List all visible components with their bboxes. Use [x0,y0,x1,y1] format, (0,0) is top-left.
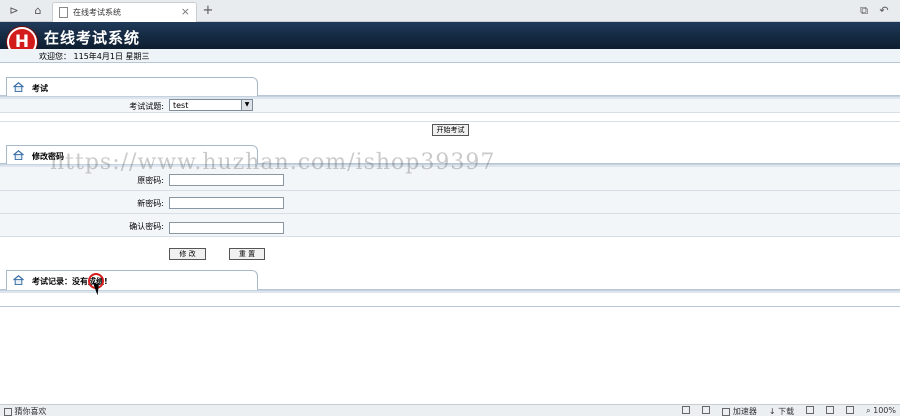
zoom-control[interactable]: ⌕ 100% [866,406,896,417]
window-icon[interactable] [826,406,835,414]
subject-value: test [173,101,189,110]
house-icon [13,82,24,92]
watermark: https://www.huzhan.com/ishop39397 [50,150,496,175]
refresh-icon[interactable] [702,406,711,414]
section-divider [0,306,900,307]
accelerator-label: 加速器 [732,407,757,416]
sidebar-toggle-icon[interactable]: ⊳ [6,3,22,19]
status-recommend-label: 猜你喜欢 [14,407,47,416]
phone-icon[interactable] [682,406,691,414]
status-recommend[interactable]: 猜你喜欢 [4,406,47,417]
section-underline [0,290,900,293]
tab-close-icon[interactable]: × [181,5,190,18]
screenshot-icon[interactable] [806,406,815,414]
section-header-exam: 考试 [6,77,258,97]
accelerator-button[interactable]: 加速器 [722,406,757,417]
download-button[interactable]: ↓ 下载 [769,406,794,417]
status-tools: 加速器 ↓ 下载 ⌕ 100% [682,406,896,417]
welcome-bar: 欢迎您： 115年4月1日 星期三 [0,49,900,63]
old-password-label: 原密码: [137,176,164,185]
house-icon [13,275,24,285]
chevron-down-icon: ▼ [241,100,252,110]
spacer-row [0,113,900,122]
home-icon[interactable]: ⌂ [30,3,46,19]
recommend-icon [4,407,12,416]
welcome-text: 欢迎您： 115年4月1日 星期三 [39,52,150,61]
new-password-label: 新密码: [137,199,164,208]
section-title: 考试 [32,84,48,93]
new-tab-button[interactable]: + [200,2,216,20]
tab-title: 在线考试系统 [73,8,121,17]
site-title: 在线考试系统 [44,29,141,47]
download-label: 下载 [778,407,795,416]
subject-select[interactable]: test ▼ [169,99,253,111]
sound-icon[interactable] [846,406,855,414]
confirm-password-label: 确认密码: [129,222,164,231]
old-password-input[interactable] [169,174,284,186]
section-header-records: 考试记录：没有成绩! [6,270,258,290]
confirm-password-input[interactable] [169,222,284,234]
confirm-password-row: 确认密码: [0,214,900,237]
accelerator-icon [722,407,731,416]
modify-button[interactable]: 修 改 [169,248,206,260]
new-password-input[interactable] [169,197,284,209]
exam-subject-row: 考试试题: test ▼ [0,99,900,113]
house-icon [13,150,24,160]
zoom-level: 100% [873,406,896,415]
new-password-row: 新密码: [0,191,900,214]
reset-button[interactable]: 重 置 [229,248,265,260]
browser-status-bar: 猜你喜欢 加速器 ↓ 下载 ⌕ 100% [0,404,900,416]
subject-label: 考试试题: [129,102,164,111]
browser-tab[interactable]: 在线考试系统 × [52,2,197,22]
undo-icon[interactable]: ↶ [876,3,892,19]
browser-tab-bar: ⊳ ⌂ 在线考试系统 × + ⧉ ↶ [0,0,900,22]
page-icon [59,7,68,18]
start-exam-button[interactable]: 开始考试 [432,124,469,136]
restore-icon[interactable]: ⧉ [856,3,872,19]
